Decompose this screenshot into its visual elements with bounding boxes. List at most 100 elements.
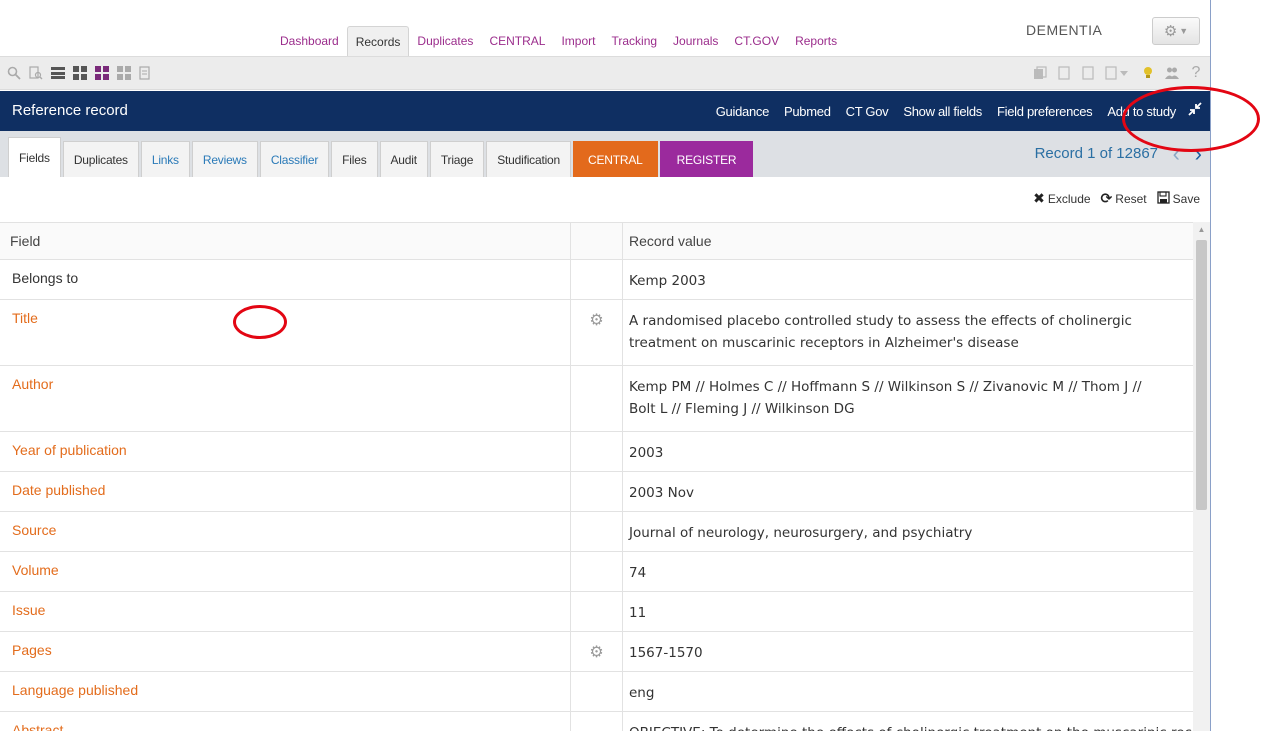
field-settings-cell [570,671,623,712]
split-view-icon[interactable] [72,65,88,81]
table-row: Issue 11 [0,591,1193,632]
refresh-icon: ⟳ [1100,190,1113,206]
document-search-icon[interactable] [28,65,44,81]
pubmed-link[interactable]: Pubmed [784,104,831,119]
field-settings-cell [570,551,623,592]
nav-tab-journals[interactable]: Journals [665,26,726,56]
gear-icon[interactable]: ⚙ [589,312,603,329]
save-label: Save [1172,191,1200,206]
table-row: Abstract OBJECTIVE: To determine the eff… [0,711,1193,731]
settings-dropdown-button[interactable]: ⚙ ▼ [1152,17,1200,45]
document-dropdown-icon[interactable] [1104,65,1132,81]
save-button[interactable]: Save [1156,190,1200,207]
tab-central[interactable]: CENTRAL [573,141,658,177]
save-icon [1156,190,1170,207]
field-preferences-link[interactable]: Field preferences [997,104,1093,119]
reference-record-bar: Reference record Guidance Pubmed CT Gov … [0,91,1210,131]
show-all-fields-link[interactable]: Show all fields [903,104,982,119]
tab-files[interactable]: Files [331,141,378,177]
field-value[interactable]: 1567-1570 [622,631,1193,672]
tab-triage[interactable]: Triage [429,141,485,177]
table-row: Title ⚙ A randomised placebo controlled … [0,299,1193,366]
field-settings-cell [570,365,623,432]
nav-tab-records[interactable]: Records [346,26,410,56]
grid-view-icon[interactable] [94,65,110,81]
field-label: Source [0,511,571,552]
field-value[interactable]: 74 [622,551,1193,592]
field-value[interactable]: 2003 [622,431,1193,472]
field-value[interactable]: 11 [622,591,1193,632]
field-value[interactable]: 2003 Nov [622,471,1193,512]
scroll-up-arrow-icon[interactable]: ▲ [1193,222,1210,238]
nav-tab-dashboard[interactable]: Dashboard [272,26,347,56]
field-settings-cell: ⚙ [570,299,623,366]
reset-label: Reset [1115,191,1147,206]
help-icon[interactable]: ? [1188,64,1204,81]
field-settings-cell [570,711,623,731]
nav-tab-ctgov[interactable]: CT.GOV [726,26,787,56]
table-row: Language published eng [0,671,1193,712]
next-record-icon[interactable]: › [1195,141,1202,167]
field-settings-cell [570,591,623,632]
list-view-icon[interactable] [50,65,66,81]
field-label: Language published [0,671,571,712]
nav-tab-duplicates[interactable]: Duplicates [409,26,481,56]
tab-fields[interactable]: Fields [8,137,61,177]
search-icon[interactable] [6,65,22,81]
column-header-field: Field [0,222,571,260]
tab-studification[interactable]: Studification [486,141,572,177]
tab-register[interactable]: REGISTER [659,141,754,177]
tab-classifier[interactable]: Classifier [259,141,330,177]
nav-tab-central[interactable]: CENTRAL [481,26,553,56]
field-label: Author [0,365,571,432]
reset-button[interactable]: ⟳ Reset [1101,190,1147,207]
record-counter: Record 1 of 12867 [1034,145,1158,162]
new-document-icon[interactable] [1056,65,1072,81]
export-icon[interactable] [138,65,154,81]
tile-view-icon[interactable] [116,65,132,81]
table-row: Year of publication 2003 [0,431,1193,472]
main-nav-tabs: Dashboard Records Duplicates CENTRAL Imp… [272,26,845,56]
users-icon[interactable] [1164,65,1180,81]
field-label: Belongs to [0,259,571,300]
lightbulb-icon[interactable] [1140,65,1156,81]
field-label: Year of publication [0,431,571,472]
copy-icon[interactable] [1032,65,1048,81]
record-fields-table: Field Record value Belongs to Kemp 2003 … [0,222,1210,731]
field-value[interactable]: Kemp 2003 [622,259,1193,300]
field-value[interactable]: OBJECTIVE: To determine the effects of c… [622,711,1193,731]
field-value[interactable]: Journal of neurology, neurosurgery, and … [622,511,1193,552]
field-label: Volume [0,551,571,592]
compress-icon[interactable] [1188,102,1202,120]
field-value[interactable]: Kemp PM // Holmes C // Hoffmann S // Wil… [622,365,1193,432]
nav-tab-reports[interactable]: Reports [787,26,845,56]
reference-record-title: Reference record [12,102,128,119]
record-tabs-bar: Fields Duplicates Links Reviews Classifi… [0,131,1210,177]
field-label: Issue [0,591,571,632]
exclude-button[interactable]: ✖ Exclude [1033,190,1090,207]
table-row: Pages ⚙ 1567-1570 [0,631,1193,672]
blank-document-icon[interactable] [1080,65,1096,81]
previous-record-icon[interactable]: ‹ [1173,141,1180,167]
table-row: Author Kemp PM // Holmes C // Hoffmann S… [0,365,1193,432]
nav-tab-tracking[interactable]: Tracking [603,26,665,56]
field-settings-cell [570,431,623,472]
scrollbar-thumb[interactable] [1196,240,1207,510]
field-label: Title [0,299,571,366]
add-to-study-link[interactable]: Add to study [1107,104,1176,119]
tab-links[interactable]: Links [140,141,190,177]
field-value[interactable]: eng [622,671,1193,712]
field-settings-cell [570,259,623,300]
tab-reviews[interactable]: Reviews [191,141,258,177]
nav-tab-import[interactable]: Import [553,26,603,56]
vertical-scrollbar[interactable]: ▲ [1193,222,1210,731]
toolbar: ? [0,56,1210,90]
field-settings-cell [570,511,623,552]
guidance-link[interactable]: Guidance [716,104,770,119]
gear-icon[interactable]: ⚙ [589,644,603,661]
ctgov-link[interactable]: CT Gov [846,104,889,119]
field-value[interactable]: A randomised placebo controlled study to… [622,299,1193,366]
close-icon: ✖ [1033,190,1045,206]
tab-duplicates[interactable]: Duplicates [62,141,139,177]
tab-audit[interactable]: Audit [379,141,428,177]
